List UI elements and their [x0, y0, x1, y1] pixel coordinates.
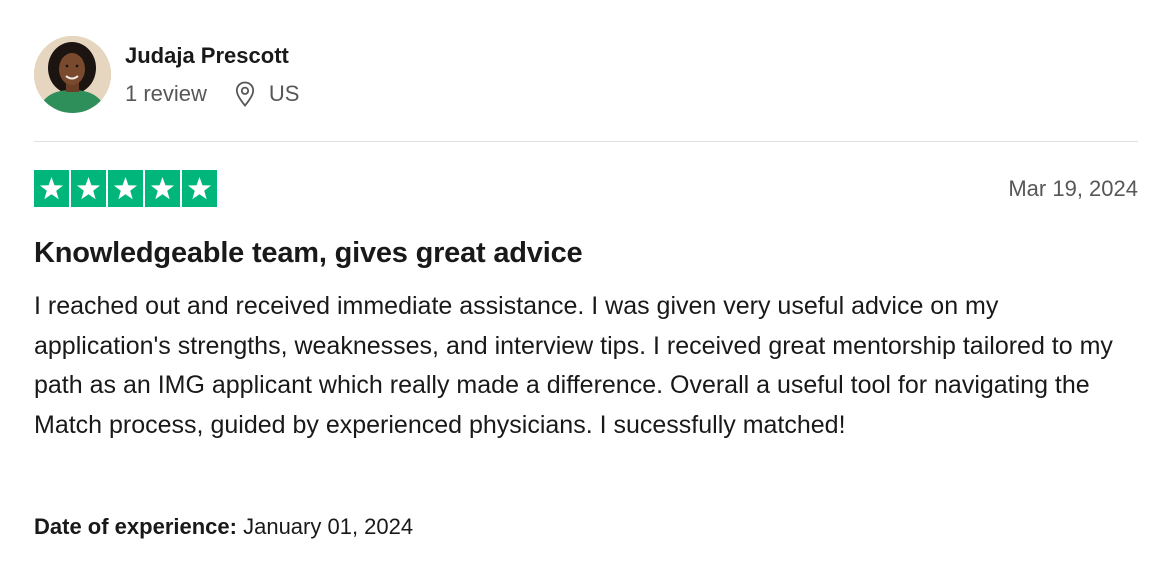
date-of-experience: Date of experience: January 01, 2024 [34, 513, 413, 541]
star-icon [71, 170, 106, 207]
experience-date: January 01, 2024 [243, 514, 414, 539]
reviewer-location: US [235, 80, 300, 108]
reviewer-info[interactable]: Judaja Prescott 1 review US [34, 36, 634, 114]
reviewer-meta: 1 review US [125, 80, 299, 108]
review-date: Mar 19, 2024 [1008, 176, 1138, 201]
star-icon [108, 170, 143, 207]
reviewer-country: US [268, 81, 300, 106]
star-icon [34, 170, 69, 207]
review-card: Judaja Prescott 1 review US Mar 19, 2024… [34, 0, 1138, 567]
star-rating [34, 170, 217, 207]
divider [34, 141, 1138, 142]
review-body: I reached out and received immediate ass… [34, 292, 1113, 439]
location-pin-icon [235, 81, 255, 107]
experience-label: Date of experience: [34, 514, 237, 539]
review-count: 1 review [125, 81, 207, 106]
avatar[interactable] [34, 36, 111, 113]
review-title[interactable]: Knowledgeable team, gives great advice [34, 235, 583, 271]
star-icon [182, 170, 217, 207]
reviewer-name[interactable]: Judaja Prescott [125, 42, 289, 70]
star-icon [145, 170, 180, 207]
